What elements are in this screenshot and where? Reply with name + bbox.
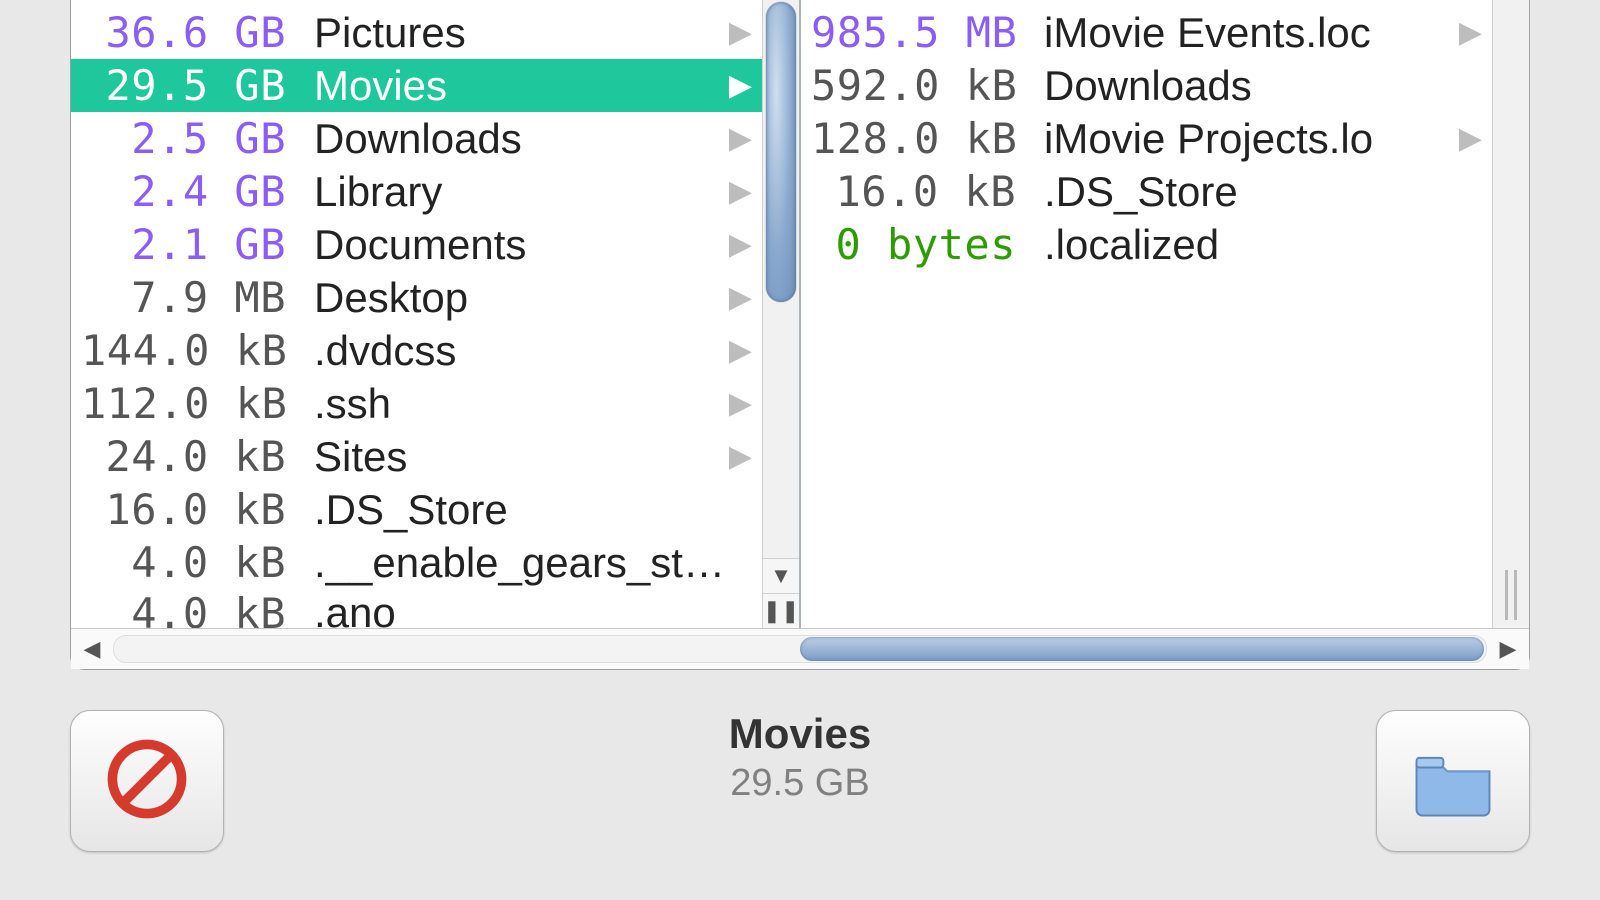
item-size: 36.6 GB [81, 8, 286, 57]
vertical-scrollbar[interactable]: ▼❚❚ [762, 0, 799, 628]
item-name: Desktop [314, 274, 762, 322]
item-name: .DS_Store [1044, 168, 1492, 216]
selection-size: 29.5 GB [730, 762, 869, 805]
scroll-down-arrow-icon[interactable]: ▼ [763, 558, 799, 593]
file-list[interactable]: 985.5 MBiMovie Events.loc▶592.0 kBDownlo… [801, 0, 1492, 628]
item-name: .__enable_gears_st… [314, 539, 762, 587]
item-name: iMovie Projects.lo [1044, 115, 1492, 163]
list-item[interactable]: 592.0 kB Downloads [801, 59, 1492, 112]
vertical-scroll-thumb[interactable] [1505, 570, 1517, 620]
selection-summary: Movies 29.5 GB [224, 710, 1376, 805]
list-item[interactable]: 29.5 GB Movies▶ [71, 59, 762, 112]
list-item[interactable]: 144.0 kB .dvdcss▶ [71, 324, 762, 377]
delete-button[interactable] [70, 710, 224, 852]
list-item[interactable]: 16.0 kB .DS_Store [71, 483, 762, 536]
reveal-in-finder-button[interactable] [1376, 710, 1530, 852]
item-size: 29.5 GB [81, 61, 286, 110]
item-size: 144.0 kB [81, 326, 286, 375]
chevron-right-icon: ▶ [729, 336, 752, 366]
selection-name: Movies [729, 710, 871, 758]
list-item[interactable]: 24.0 kB Sites▶ [71, 430, 762, 483]
chevron-right-icon: ▶ [729, 442, 752, 472]
vertical-scrollbar[interactable] [1492, 0, 1529, 628]
list-item[interactable]: 4.0 kB .__enable_gears_st… [71, 536, 762, 589]
item-size: 16.0 kB [811, 167, 1016, 216]
list-item[interactable]: 0 bytes .localized [801, 218, 1492, 271]
chevron-right-icon: ▶ [729, 18, 752, 48]
file-list[interactable]: 36.6 GBPictures▶29.5 GBMovies▶2.5 GBDown… [71, 0, 762, 628]
chevron-right-icon: ▶ [1459, 124, 1482, 154]
file-browser-window: 36.6 GBPictures▶29.5 GBMovies▶2.5 GBDown… [70, 0, 1530, 670]
chevron-right-icon: ▶ [729, 124, 752, 154]
item-size: 16.0 kB [81, 485, 286, 534]
item-name: Pictures [314, 9, 762, 57]
item-size: 2.4 GB [81, 167, 286, 216]
footer-bar: Movies 29.5 GB [70, 670, 1530, 900]
vertical-scroll-track[interactable] [763, 0, 799, 558]
item-name: .localized [1044, 221, 1492, 269]
scroll-drag-icon[interactable]: ❚❚ [763, 593, 799, 628]
item-size: 24.0 kB [81, 432, 286, 481]
item-size: 2.1 GB [81, 220, 286, 269]
item-name: .ssh [314, 380, 762, 428]
list-item[interactable]: 4.0 kB .ano [71, 589, 762, 628]
home-column: 36.6 GBPictures▶29.5 GBMovies▶2.5 GBDown… [71, 0, 799, 628]
list-item[interactable]: 7.9 MB Desktop▶ [71, 271, 762, 324]
column-view: 36.6 GBPictures▶29.5 GBMovies▶2.5 GBDown… [71, 0, 1529, 628]
horizontal-scroll-track[interactable] [113, 635, 1487, 663]
item-size: 2.5 GB [81, 114, 286, 163]
chevron-right-icon: ▶ [729, 177, 752, 207]
item-size: 4.0 kB [81, 589, 286, 628]
item-name: iMovie Events.loc [1044, 9, 1492, 57]
item-name: .dvdcss [314, 327, 762, 375]
item-size: 0 bytes [811, 220, 1016, 269]
chevron-right-icon: ▶ [729, 71, 752, 101]
folder-icon [1405, 731, 1501, 832]
item-size: 128.0 kB [811, 114, 1016, 163]
list-item[interactable]: 16.0 kB .DS_Store [801, 165, 1492, 218]
vertical-scroll-track[interactable] [1493, 0, 1529, 628]
chevron-right-icon: ▶ [1459, 18, 1482, 48]
scroll-left-arrow-icon[interactable]: ◀ [77, 634, 107, 664]
list-item[interactable]: 2.4 GB Library▶ [71, 165, 762, 218]
item-name: .DS_Store [314, 486, 762, 534]
list-item[interactable]: 2.1 GB Documents▶ [71, 218, 762, 271]
item-size: 7.9 MB [81, 273, 286, 322]
item-size: 985.5 MB [811, 8, 1016, 57]
no-entry-icon [99, 731, 195, 832]
vertical-scroll-thumb[interactable] [766, 2, 796, 302]
item-name: Movies [314, 62, 762, 110]
item-name: Library [314, 168, 762, 216]
item-name: Downloads [1044, 62, 1492, 110]
chevron-right-icon: ▶ [729, 230, 752, 260]
chevron-right-icon: ▶ [729, 283, 752, 313]
item-name: Downloads [314, 115, 762, 163]
list-item[interactable]: 128.0 kB iMovie Projects.lo▶ [801, 112, 1492, 165]
item-size: 112.0 kB [81, 379, 286, 428]
movies-column: 985.5 MBiMovie Events.loc▶592.0 kBDownlo… [799, 0, 1529, 628]
horizontal-scroll-thumb[interactable] [800, 637, 1484, 661]
scroll-right-arrow-icon[interactable]: ▶ [1493, 634, 1523, 664]
horizontal-scrollbar[interactable]: ◀ ▶ [71, 628, 1529, 669]
list-item[interactable]: 985.5 MB iMovie Events.loc▶ [801, 6, 1492, 59]
list-item[interactable]: 36.6 GB Pictures▶ [71, 6, 762, 59]
item-name: Sites [314, 433, 762, 481]
item-size: 4.0 kB [81, 538, 286, 587]
chevron-right-icon: ▶ [729, 389, 752, 419]
list-item[interactable]: 2.5 GB Downloads▶ [71, 112, 762, 165]
list-item[interactable]: 112.0 kB .ssh▶ [71, 377, 762, 430]
item-name: Documents [314, 221, 762, 269]
item-name: .ano [314, 589, 762, 628]
item-size: 592.0 kB [811, 61, 1016, 110]
